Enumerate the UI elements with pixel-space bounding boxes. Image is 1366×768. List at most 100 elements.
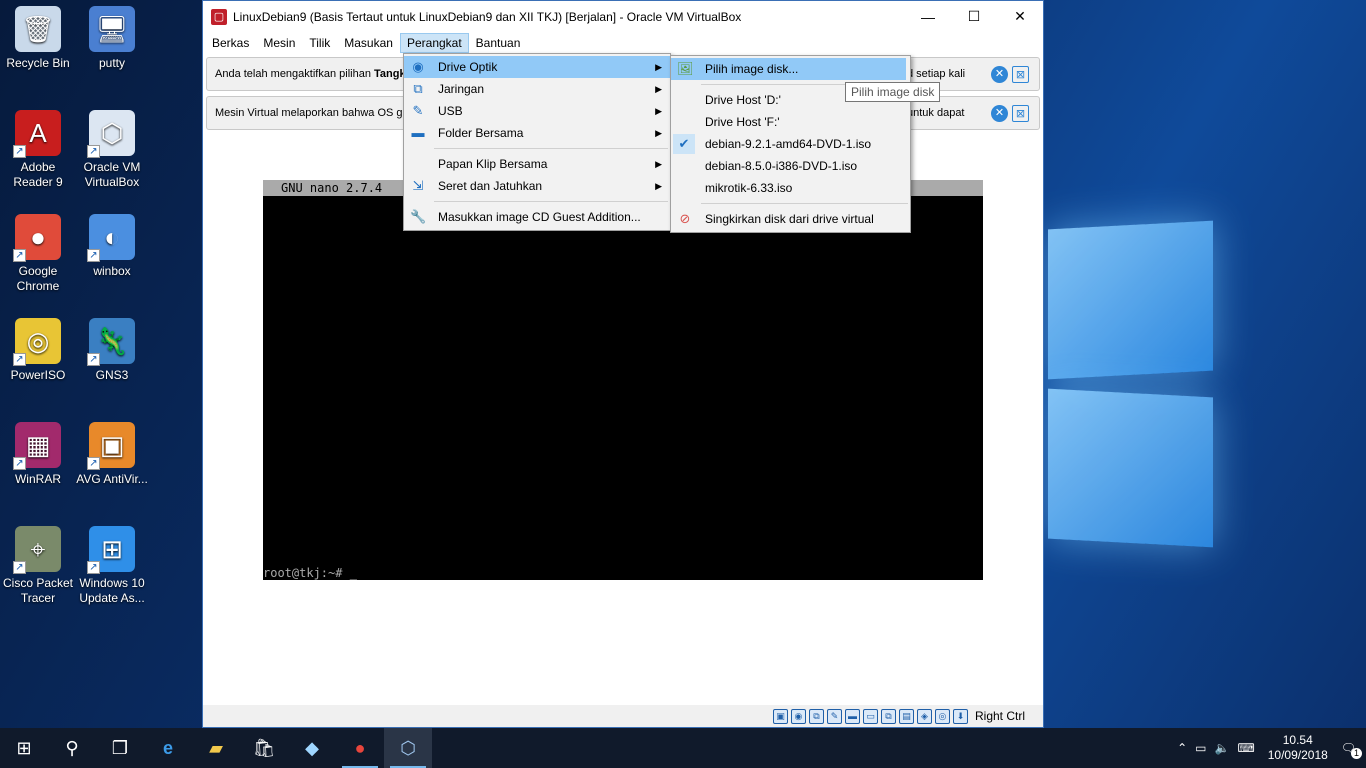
clock-time: 10.54 [1282,733,1313,747]
menu-separator [434,148,668,149]
usb-icon: ✎ [412,103,424,118]
search-icon[interactable]: ⚲ [48,728,96,768]
clock-date: 10/09/2018 [1267,748,1328,762]
usb-icon[interactable]: ✎ [826,708,842,724]
shortcut-arrow-icon: ↗ [13,353,26,366]
virtualbox-taskbar-icon[interactable]: ⬡ [384,728,432,768]
mute-notification-icon[interactable]: ⊠ [1012,104,1029,122]
shared-folder-icon[interactable]: ▬ [844,708,860,724]
maximize-button[interactable]: ☐ [951,1,997,32]
menu-bantuan[interactable]: Bantuan [469,33,528,53]
desktop-icon-winrar[interactable]: ▦ ↗ WinRAR [0,422,76,487]
submenu-item-label: Pilih image disk... [705,62,799,76]
recycle-bin-icon: 🗑 [15,6,61,52]
cpu-icon[interactable]: ◈ [916,708,932,724]
eject-disk-icon: ⊘ [679,211,691,226]
submenu-item-label: debian-9.2.1-amd64-DVD-1.iso [705,137,872,151]
notification-bold-text: Tangk [374,68,406,80]
submenu-item-debian-9-2-1-amd64-dvd-1-iso[interactable]: ✔ debian-9.2.1-amd64-DVD-1.iso [671,133,910,155]
desktop-icon-label: WinRAR [14,472,61,486]
menu-tilik[interactable]: Tilik [302,33,337,53]
adobe-reader-icon: A ↗ [13,110,61,158]
wallpaper-pane-top [1048,220,1213,380]
menu-item-masukkan-image-cd-guest-addition[interactable]: 🔧 Masukkan image CD Guest Addition... [404,206,670,228]
wallpaper-windows-logo [1040,220,1220,555]
notification-count: 1 [1351,748,1362,759]
virtualbox-icon: ⬡ ↗ [87,110,135,158]
keyboard-icon[interactable]: ⌨ [1237,741,1254,755]
chevron-up-icon[interactable]: ⌃ [1177,741,1187,755]
desktop-icon-gns3[interactable]: 🦎 ↗ GNS3 [74,318,150,383]
shortcut-arrow-icon: ↗ [13,249,26,262]
wallpaper-pane-bottom [1048,388,1213,548]
desktop-icon-putty[interactable]: 🖥 putty [74,6,150,71]
start-button[interactable]: ⊞ [0,728,48,768]
task-view-icon[interactable]: ❐ [96,728,144,768]
close-notification-icon[interactable]: ✕ [991,104,1008,122]
avg-icon: ▣ ↗ [87,422,135,470]
shortcut-arrow-icon: ↗ [87,457,100,470]
submenu-item-label: debian-8.5.0-i386-DVD-1.iso [705,159,858,173]
guest-terminal[interactable]: GNU nano 2.7.4 root@tkj:~# _ [263,180,983,580]
submenu-arrow-icon: ▶ [655,62,662,72]
menu-item-drive-optik[interactable]: ◉ Drive Optik ▶ [404,56,670,78]
action-center-icon[interactable]: 🗨 1 [1341,741,1362,759]
desktop-icon-winbox[interactable]: ◐ ↗ winbox [74,214,150,279]
close-button[interactable]: ✕ [997,1,1043,32]
menu-item-papan-klip-bersama[interactable]: Papan Klip Bersama ▶ [404,153,670,175]
submenu-item-drive-host-f[interactable]: Drive Host 'F:' [671,111,910,133]
shortcut-arrow-icon: ↗ [87,145,100,158]
close-notification-icon[interactable]: ✕ [991,65,1008,83]
title-bar[interactable]: ▢ LinuxDebian9 (Basis Tertaut untuk Linu… [203,1,1043,32]
desktop-icon-avg[interactable]: ▣ ↗ AVG AntiVir... [74,422,150,487]
mouse-integration-icon[interactable]: ◎ [934,708,950,724]
menu-item-label: Masukkan image CD Guest Addition... [438,210,641,224]
minimize-button[interactable]: — [905,1,951,32]
menu-bar: Berkas Mesin Tilik Masukan Perangkat Ban… [203,32,1043,54]
menu-masukan[interactable]: Masukan [337,33,400,53]
desktop-icon-recycle-bin[interactable]: 🗑 Recycle Bin [0,6,76,71]
submenu-item-debian-8-5-0-i386-dvd-1-iso[interactable]: debian-8.5.0-i386-DVD-1.iso [671,155,910,177]
app-icon[interactable]: ◆ [288,728,336,768]
submenu-item-singkirkan-disk-dari-drive-virtual[interactable]: ⊘ Singkirkan disk dari drive virtual [671,208,910,230]
gns3-icon: 🦎 ↗ [87,318,135,366]
network-tray-icon[interactable]: ▭ [1195,741,1206,755]
clipboard-icon [410,156,426,172]
capture-icon[interactable]: ▤ [898,708,914,724]
menu-item-seret-dan-jatuhkan[interactable]: ⇲ Seret dan Jatuhkan ▶ [404,175,670,197]
notification-text: Mesin Virtual melaporkan bahwa OS gue [215,107,415,119]
menu-item-jaringan[interactable]: ⧉ Jaringan ▶ [404,78,670,100]
desktop-icon-label: Adobe Reader 9 [13,160,63,189]
desktop-icon-virtualbox[interactable]: ⬡ ↗ Oracle VM VirtualBox [74,110,150,190]
desktop-icon-chrome[interactable]: ● ↗ Google Chrome [0,214,76,294]
desktop-icon-packet-tracer[interactable]: ⌖ ↗ Cisco Packet Tracer [0,526,76,606]
edge-icon[interactable]: e [144,728,192,768]
menu-berkas[interactable]: Berkas [205,33,256,53]
menu-item-folder-bersama[interactable]: ▬ Folder Bersama ▶ [404,122,670,144]
desktop-icon-adobe-reader[interactable]: A ↗ Adobe Reader 9 [0,110,76,190]
menu-separator [434,201,668,202]
shared-folder-icon: ▬ [411,125,425,140]
menu-item-label: Papan Klip Bersama [438,157,548,171]
submenu-item-pilih-image-disk[interactable]: 🖼 Pilih image disk... [671,58,906,80]
optical-icon[interactable]: ◉ [790,708,806,724]
clock[interactable]: 10.54 10/09/2018 [1263,733,1333,763]
host-key-icon[interactable]: ⬇ [952,708,968,724]
virtualbox-app-icon: ▢ [211,8,227,25]
menu-item-usb[interactable]: ✎ USB ▶ [404,100,670,122]
network2-icon[interactable]: ⧉ [880,708,896,724]
network-icon[interactable]: ⧉ [808,708,824,724]
chrome-taskbar-icon[interactable]: ● [336,728,384,768]
desktop-icon-label: Oracle VM VirtualBox [83,160,141,189]
file-explorer-icon[interactable]: ▰ [192,728,240,768]
desktop-icon-poweriso[interactable]: ◎ ↗ PowerISO [0,318,76,383]
display-icon[interactable]: ▭ [862,708,878,724]
submenu-item-mikrotik-6-33-iso[interactable]: mikrotik-6.33.iso [671,177,910,199]
desktop-icon-windows-update[interactable]: ⊞ ↗ Windows 10 Update As... [74,526,150,606]
volume-icon[interactable]: 🔈 [1214,741,1229,755]
menu-mesin[interactable]: Mesin [256,33,302,53]
menu-perangkat[interactable]: Perangkat [399,33,469,53]
store-icon[interactable]: 🛍 [240,728,288,768]
hdd-icon[interactable]: ▣ [772,708,788,724]
mute-notification-icon[interactable]: ⊠ [1012,65,1029,83]
